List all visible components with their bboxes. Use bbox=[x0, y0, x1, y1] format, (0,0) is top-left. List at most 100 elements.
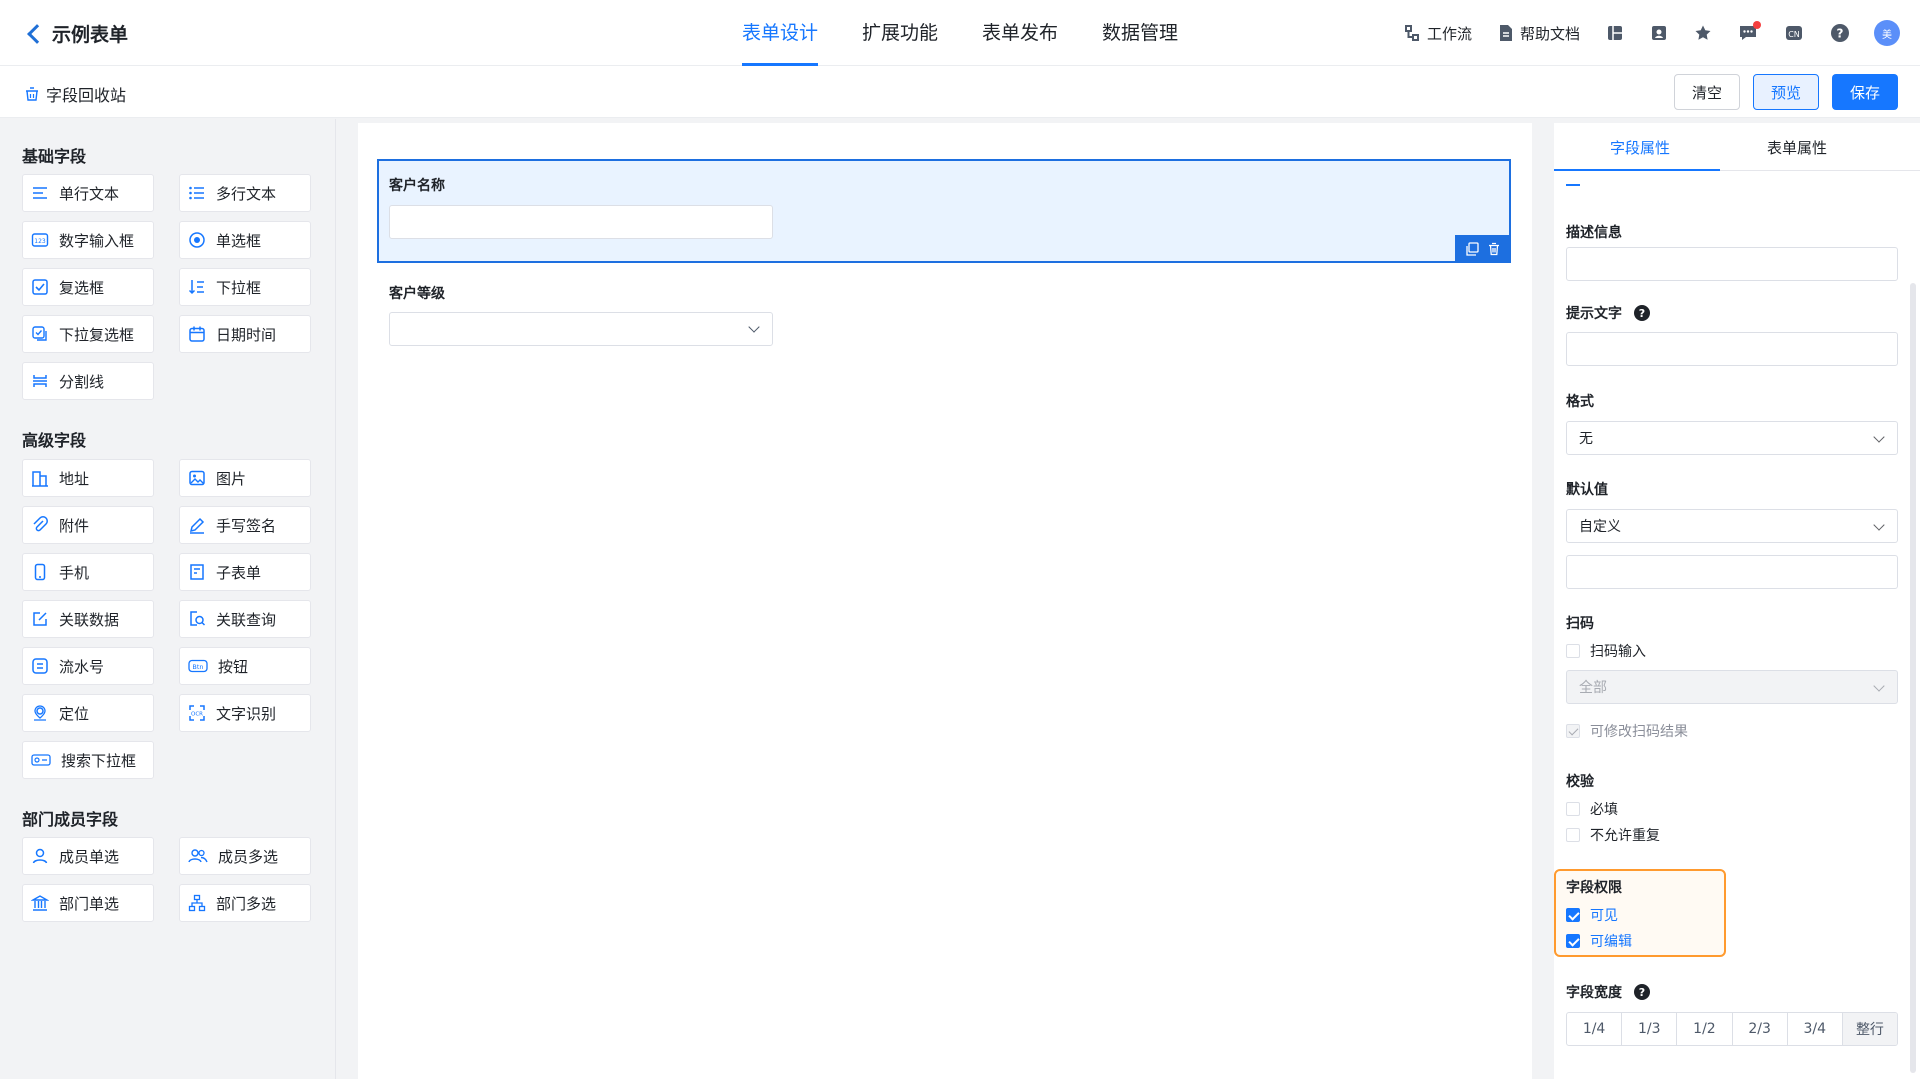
star-icon[interactable] bbox=[1694, 24, 1712, 42]
field-label: 成员多选 bbox=[218, 847, 279, 866]
institution-icon bbox=[31, 895, 49, 911]
svg-text:123: 123 bbox=[34, 238, 46, 245]
field-multi-line-text[interactable]: 多行文本 bbox=[179, 174, 311, 212]
tab-form-properties[interactable]: 表单属性 bbox=[1767, 137, 1827, 158]
width-option[interactable]: 1/2 bbox=[1677, 1013, 1733, 1045]
tab-data-management[interactable]: 数据管理 bbox=[1102, 0, 1178, 66]
field-radio[interactable]: 单选框 bbox=[179, 221, 311, 259]
checkbox bbox=[1566, 724, 1580, 738]
visible-checkbox[interactable]: 可见 bbox=[1566, 905, 1618, 925]
field-linked-query[interactable]: 关联查询 bbox=[179, 600, 311, 638]
collapse-dash[interactable] bbox=[1566, 184, 1580, 186]
field-number-input[interactable]: 123 数字输入框 bbox=[22, 221, 154, 259]
clear-button[interactable]: 清空 bbox=[1674, 74, 1740, 110]
width-option[interactable]: 1/4 bbox=[1567, 1013, 1623, 1045]
field-label: 单选框 bbox=[216, 231, 262, 250]
field-linked-data[interactable]: 关联数据 bbox=[22, 600, 154, 638]
field-tools bbox=[1455, 235, 1511, 263]
hint-input[interactable] bbox=[1566, 332, 1898, 366]
copy-icon[interactable] bbox=[1465, 242, 1479, 256]
field-serial-number[interactable]: 流水号 bbox=[22, 647, 154, 685]
width-option[interactable]: 3/4 bbox=[1788, 1013, 1843, 1045]
field-ocr[interactable]: OCR 文字识别 bbox=[179, 694, 311, 732]
help-icon[interactable]: ? bbox=[1634, 305, 1650, 321]
language-icon[interactable]: CN bbox=[1784, 23, 1804, 43]
field-checkbox[interactable]: 复选框 bbox=[22, 268, 154, 306]
field-dropdown[interactable]: 下拉框 bbox=[179, 268, 311, 306]
tab-form-publish[interactable]: 表单发布 bbox=[982, 0, 1058, 66]
field-member-multi[interactable]: 成员多选 bbox=[179, 837, 311, 875]
width-option-full[interactable]: 整行 bbox=[1842, 1013, 1897, 1045]
field-department-multi[interactable]: 部门多选 bbox=[179, 884, 311, 922]
image-icon bbox=[189, 470, 205, 486]
field-divider[interactable]: 分割线 bbox=[22, 362, 154, 400]
field-search-dropdown[interactable]: 搜索下拉框 bbox=[22, 741, 154, 779]
field-department-single[interactable]: 部门单选 bbox=[22, 884, 154, 922]
field-label: 分割线 bbox=[59, 372, 105, 391]
scan-editable-label: 可修改扫码结果 bbox=[1590, 724, 1688, 740]
contacts-icon[interactable] bbox=[1650, 24, 1668, 42]
field-button[interactable]: Btn 按钮 bbox=[179, 647, 311, 685]
building-icon bbox=[32, 471, 48, 487]
scan-input-label: 扫码输入 bbox=[1590, 644, 1646, 660]
default-value-select[interactable]: 自定义 bbox=[1566, 509, 1898, 543]
description-input[interactable] bbox=[1566, 247, 1898, 281]
width-option[interactable]: 2/3 bbox=[1733, 1013, 1788, 1045]
field-address[interactable]: 地址 bbox=[22, 459, 154, 497]
required-checkbox[interactable]: 必填 bbox=[1566, 799, 1618, 819]
checkbox[interactable] bbox=[1566, 802, 1580, 816]
field-member-single[interactable]: 成员单选 bbox=[22, 837, 154, 875]
multi-line-icon bbox=[189, 186, 204, 200]
default-value-input[interactable] bbox=[1566, 555, 1898, 589]
field-width-label: 字段宽度 ? bbox=[1566, 982, 1650, 1002]
field-label: 复选框 bbox=[59, 278, 105, 297]
document-icon bbox=[1499, 25, 1512, 41]
customer-level-select[interactable] bbox=[389, 312, 773, 346]
checkbox[interactable] bbox=[1566, 908, 1580, 922]
message-icon[interactable] bbox=[1738, 21, 1761, 42]
tab-field-properties[interactable]: 字段属性 bbox=[1610, 137, 1670, 158]
field-recycle-bin[interactable]: 字段回收站 bbox=[24, 82, 126, 106]
field-location[interactable]: 定位 bbox=[22, 694, 154, 732]
delete-icon[interactable] bbox=[1487, 242, 1501, 256]
layout-icon[interactable] bbox=[1606, 24, 1624, 42]
help-icon[interactable]: ? bbox=[1830, 23, 1850, 43]
editable-checkbox[interactable]: 可编辑 bbox=[1566, 931, 1632, 951]
help-icon[interactable]: ? bbox=[1634, 984, 1650, 1000]
field-image[interactable]: 图片 bbox=[179, 459, 311, 497]
hint-label-text: 提示文字 bbox=[1566, 306, 1622, 322]
field-datetime[interactable]: 日期时间 bbox=[179, 315, 311, 353]
scrollbar[interactable] bbox=[1910, 283, 1916, 1073]
properties-panel: 字段属性 表单属性 描述信息 提示文字 ? 格式 无 默认值 自定义 扫码 扫码… bbox=[1554, 123, 1920, 1079]
no-duplicate-checkbox[interactable]: 不允许重复 bbox=[1566, 825, 1660, 845]
field-attachment[interactable]: 附件 bbox=[22, 506, 154, 544]
back-button[interactable]: 示例表单 bbox=[24, 20, 128, 47]
field-signature[interactable]: 手写签名 bbox=[179, 506, 311, 544]
field-single-line-text[interactable]: 单行文本 bbox=[22, 174, 154, 212]
basic-fields-title: 基础字段 bbox=[22, 147, 87, 166]
tab-form-design[interactable]: 表单设计 bbox=[742, 0, 819, 66]
width-option[interactable]: 1/3 bbox=[1622, 1013, 1678, 1045]
notification-dot bbox=[1753, 21, 1761, 29]
scan-input-checkbox[interactable]: 扫码输入 bbox=[1566, 641, 1646, 661]
field-subform[interactable]: 子表单 bbox=[179, 553, 311, 591]
radio-icon bbox=[189, 232, 205, 248]
field-label: 下拉框 bbox=[216, 278, 262, 297]
save-button[interactable]: 保存 bbox=[1832, 74, 1898, 110]
field-multi-dropdown[interactable]: 下拉复选框 bbox=[22, 315, 154, 353]
validation-label: 校验 bbox=[1566, 774, 1594, 790]
checkbox[interactable] bbox=[1566, 828, 1580, 842]
preview-button[interactable]: 预览 bbox=[1753, 74, 1819, 110]
checkbox[interactable] bbox=[1566, 934, 1580, 948]
selected-field-customer-name[interactable]: 客户名称 bbox=[377, 159, 1511, 263]
tab-extensions[interactable]: 扩展功能 bbox=[862, 0, 938, 66]
field-label: 关联数据 bbox=[59, 610, 120, 629]
format-select[interactable]: 无 bbox=[1566, 421, 1898, 455]
customer-name-input[interactable] bbox=[389, 205, 773, 239]
checkbox[interactable] bbox=[1566, 644, 1580, 658]
user-avatar[interactable]: 美 bbox=[1874, 20, 1900, 46]
attachment-icon bbox=[33, 516, 48, 532]
workflow-button[interactable]: 工作流 bbox=[1403, 23, 1472, 44]
help-docs-button[interactable]: 帮助文档 bbox=[1498, 23, 1580, 44]
field-phone[interactable]: 手机 bbox=[22, 553, 154, 591]
